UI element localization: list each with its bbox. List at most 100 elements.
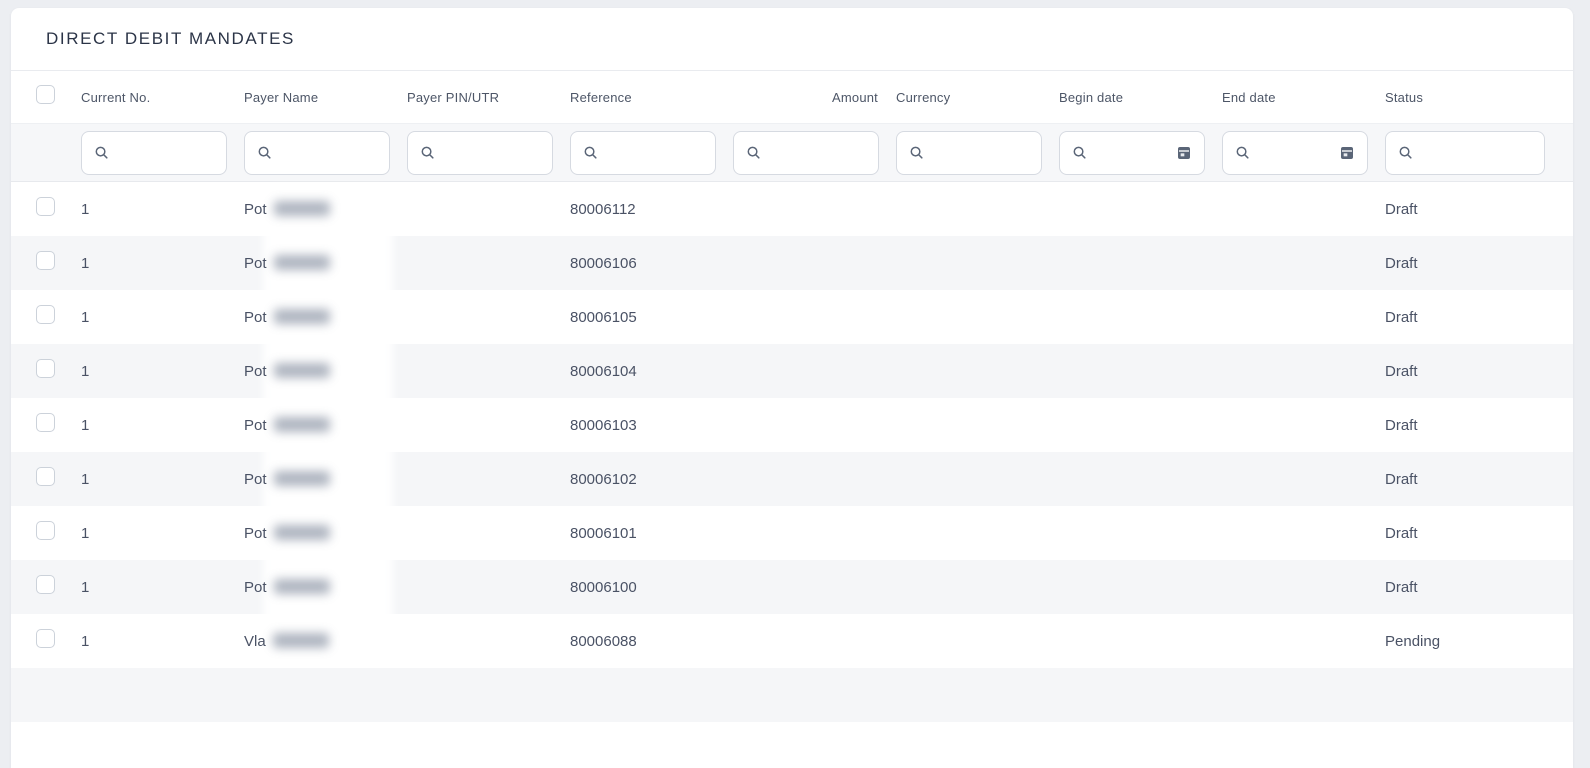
filter-status[interactable] [1385, 131, 1545, 175]
payer-name-prefix: Pot [244, 525, 267, 542]
redacted-text [274, 309, 330, 324]
filter-input-begin_date[interactable] [1096, 131, 1176, 175]
row-select-cell [11, 629, 81, 653]
cell-reference: 80006106 [570, 255, 733, 272]
search-icon [746, 145, 761, 160]
cell-reference: 80006102 [570, 471, 733, 488]
cell-payer_name: Pot [244, 525, 407, 542]
filter-current_no[interactable] [81, 131, 227, 175]
cell-status: Draft [1385, 201, 1573, 218]
filter-reference[interactable] [570, 131, 716, 175]
redacted-text [274, 201, 330, 216]
row-checkbox[interactable] [36, 359, 55, 378]
filter-payer_pin_utr[interactable] [407, 131, 553, 175]
filter-cell-payer_name [244, 131, 407, 175]
direct-debit-mandates-card: DIRECT DEBIT MANDATES Current No.Payer N… [11, 8, 1573, 768]
filter-end_date[interactable] [1222, 131, 1368, 175]
cell-payer_name: Pot [244, 309, 407, 326]
table-header-row: Current No.Payer NamePayer PIN/UTRRefere… [11, 71, 1573, 124]
table-row: 1Pot 80006112 Draft [11, 182, 1573, 236]
filter-input-amount[interactable] [770, 131, 866, 175]
row-checkbox[interactable] [36, 521, 55, 540]
cell-reference: 80006101 [570, 525, 733, 542]
calendar-icon[interactable] [1176, 145, 1192, 161]
cell-status: Draft [1385, 579, 1573, 596]
row-checkbox[interactable] [36, 629, 55, 648]
search-icon [909, 145, 924, 160]
filter-cell-current_no [81, 131, 244, 175]
redacted-text [274, 417, 330, 432]
cell-reference: 80006105 [570, 309, 733, 326]
cell-current_no: 1 [81, 471, 244, 488]
filter-payer_name[interactable] [244, 131, 390, 175]
redacted-text [274, 363, 330, 378]
row-checkbox[interactable] [36, 413, 55, 432]
cell-status: Pending [1385, 633, 1573, 650]
column-header-status: Status [1385, 90, 1573, 105]
cell-current_no: 1 [81, 255, 244, 272]
cell-payer_name: Pot [244, 579, 407, 596]
filter-cell-status [1385, 131, 1573, 175]
cell-payer_name: Vla [244, 633, 407, 650]
row-select-cell [11, 467, 81, 491]
cell-current_no: 1 [81, 417, 244, 434]
card-header: DIRECT DEBIT MANDATES [11, 8, 1573, 71]
table-row-partial [11, 668, 1573, 722]
redacted-text [274, 255, 330, 270]
payer-name-prefix: Pot [244, 417, 267, 434]
calendar-icon[interactable] [1339, 145, 1355, 161]
payer-name-prefix: Pot [244, 309, 267, 326]
filter-input-end_date[interactable] [1259, 131, 1339, 175]
search-icon [1235, 145, 1250, 160]
row-select-cell [11, 197, 81, 221]
cell-current_no: 1 [81, 363, 244, 380]
filter-input-currency[interactable] [933, 131, 1029, 175]
cell-reference: 80006103 [570, 417, 733, 434]
cell-payer_name: Pot [244, 417, 407, 434]
search-icon [1398, 145, 1413, 160]
cell-status: Draft [1385, 525, 1573, 542]
row-checkbox[interactable] [36, 197, 55, 216]
column-header-currency: Currency [896, 90, 1059, 105]
table-row: 1Pot80006100Draft [11, 560, 1573, 614]
payer-name-prefix: Pot [244, 363, 267, 380]
row-checkbox[interactable] [36, 305, 55, 324]
search-icon [420, 145, 435, 160]
filter-cell-reference [570, 131, 733, 175]
column-header-reference: Reference [570, 90, 733, 105]
row-select-cell [11, 521, 81, 545]
cell-status: Draft [1385, 471, 1573, 488]
row-checkbox[interactable] [36, 575, 55, 594]
filter-input-reference[interactable] [607, 131, 703, 175]
cell-current_no: 1 [81, 201, 244, 218]
filter-begin_date[interactable] [1059, 131, 1205, 175]
filter-cell-amount [733, 131, 896, 175]
row-checkbox[interactable] [36, 467, 55, 486]
filter-amount[interactable] [733, 131, 879, 175]
payer-name-prefix: Pot [244, 579, 267, 596]
page-title: DIRECT DEBIT MANDATES [46, 29, 295, 49]
row-select-cell [11, 359, 81, 383]
cell-payer_name: Pot [244, 201, 407, 218]
row-select-cell [11, 251, 81, 275]
cell-reference: 80006104 [570, 363, 733, 380]
filter-input-status[interactable] [1422, 131, 1532, 175]
redacted-text [274, 525, 330, 540]
select-all-checkbox[interactable] [36, 85, 55, 104]
cell-payer_name: Pot [244, 363, 407, 380]
row-select-cell [11, 575, 81, 599]
filter-input-payer_pin_utr[interactable] [444, 131, 540, 175]
cell-status: Draft [1385, 417, 1573, 434]
table-row: 1Pot80006106Draft [11, 236, 1573, 290]
filter-currency[interactable] [896, 131, 1042, 175]
redacted-text [274, 471, 330, 486]
cell-current_no: 1 [81, 579, 244, 596]
filter-input-payer_name[interactable] [281, 131, 377, 175]
filter-input-current_no[interactable] [118, 131, 214, 175]
column-header-payer_pin_utr: Payer PIN/UTR [407, 90, 570, 105]
cell-reference: 80006112 [570, 201, 733, 218]
cell-status: Draft [1385, 255, 1573, 272]
row-checkbox[interactable] [36, 251, 55, 270]
column-header-current_no: Current No. [81, 90, 244, 105]
redacted-text [273, 633, 329, 648]
